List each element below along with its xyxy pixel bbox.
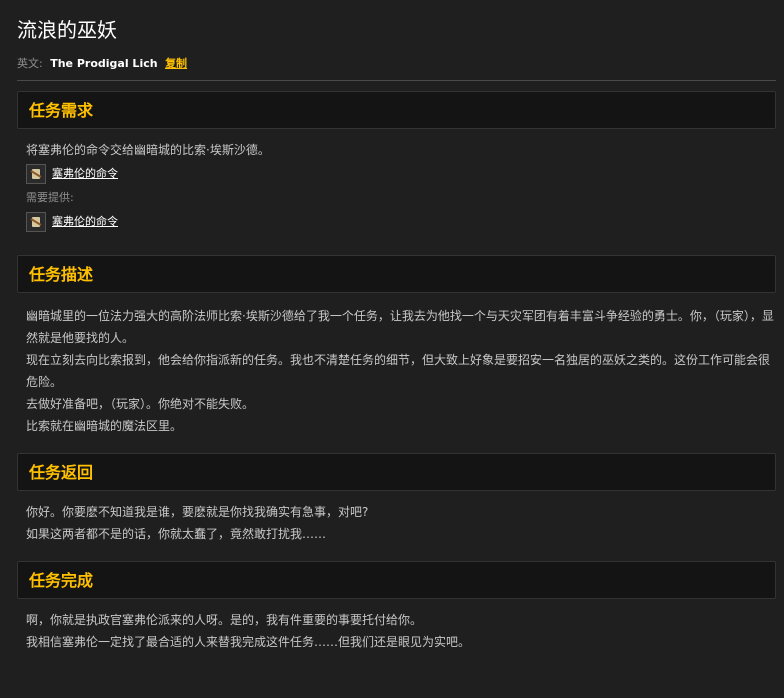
english-name-row: 英文: The Prodigal Lich 复制 [17,56,776,72]
divider [17,80,776,81]
item-link[interactable]: 塞弗伦的命令 [52,163,118,185]
page-title: 流浪的巫妖 [17,18,117,42]
description-line: 幽暗城里的一位法力强大的高阶法师比索·埃斯沙德给了我一个任务，让我去为他找一个与… [26,309,774,345]
description-line: 去做好准备吧，（玩家）。你绝对不能失败。 [26,397,255,411]
description-line: 现在立刻去向比索报到，他会给你指派新的任务。我也不清楚任务的细节，但大致上好象是… [26,353,771,389]
provided-label: 需要提供: [26,191,74,204]
complete-line: 啊，你就是执政官塞弗伦派来的人呀。是的，我有件重要的事要托付给你。 [26,613,423,627]
description-line: 比索就在幽暗城的魔法区里。 [26,419,183,433]
section-description: 任务描述 幽暗城里的一位法力强大的高阶法师比索·埃斯沙德给了我一个任务，让我去为… [17,255,776,437]
section-heading: 任务需求 [17,91,776,129]
return-line: 如果这两者都不是的话，你就太蠢了，竟然敢打扰我…… [26,527,327,541]
requirements-text: 将塞弗伦的命令交给幽暗城的比索·埃斯沙德。 [26,143,270,157]
section-heading: 任务返回 [17,453,776,491]
section-complete: 任务完成 啊，你就是执政官塞弗伦派来的人呀。是的，我有件重要的事要托付给你。 我… [17,561,776,653]
english-label: 英文: [17,57,43,70]
item-row[interactable]: 塞弗伦的命令 [26,161,776,187]
section-requirements: 任务需求 将塞弗伦的命令交给幽暗城的比索·埃斯沙德。 塞弗伦的命令 需要提供: … [17,91,776,235]
english-name: The Prodigal Lich [50,57,158,70]
quest-page: 流浪的巫妖 英文: The Prodigal Lich 复制 任务需求 将塞弗伦… [0,0,784,653]
complete-line: 我相信塞弗伦一定找了最合适的人来替我完成这件任务……但我们还是眼见为实吧。 [26,635,471,649]
item-link[interactable]: 塞弗伦的命令 [52,211,118,233]
section-return: 任务返回 你好。你要麽不知道我是谁，要麽就是你找我确实有急事，对吧? 如果这两者… [17,453,776,545]
scroll-icon [26,164,46,184]
return-line: 你好。你要麽不知道我是谁，要麽就是你找我确实有急事，对吧? [26,505,369,519]
item-row[interactable]: 塞弗伦的命令 [26,209,776,235]
section-heading: 任务完成 [17,561,776,599]
copy-button[interactable]: 复制 [165,57,187,70]
section-heading: 任务描述 [17,255,776,293]
scroll-icon [26,212,46,232]
